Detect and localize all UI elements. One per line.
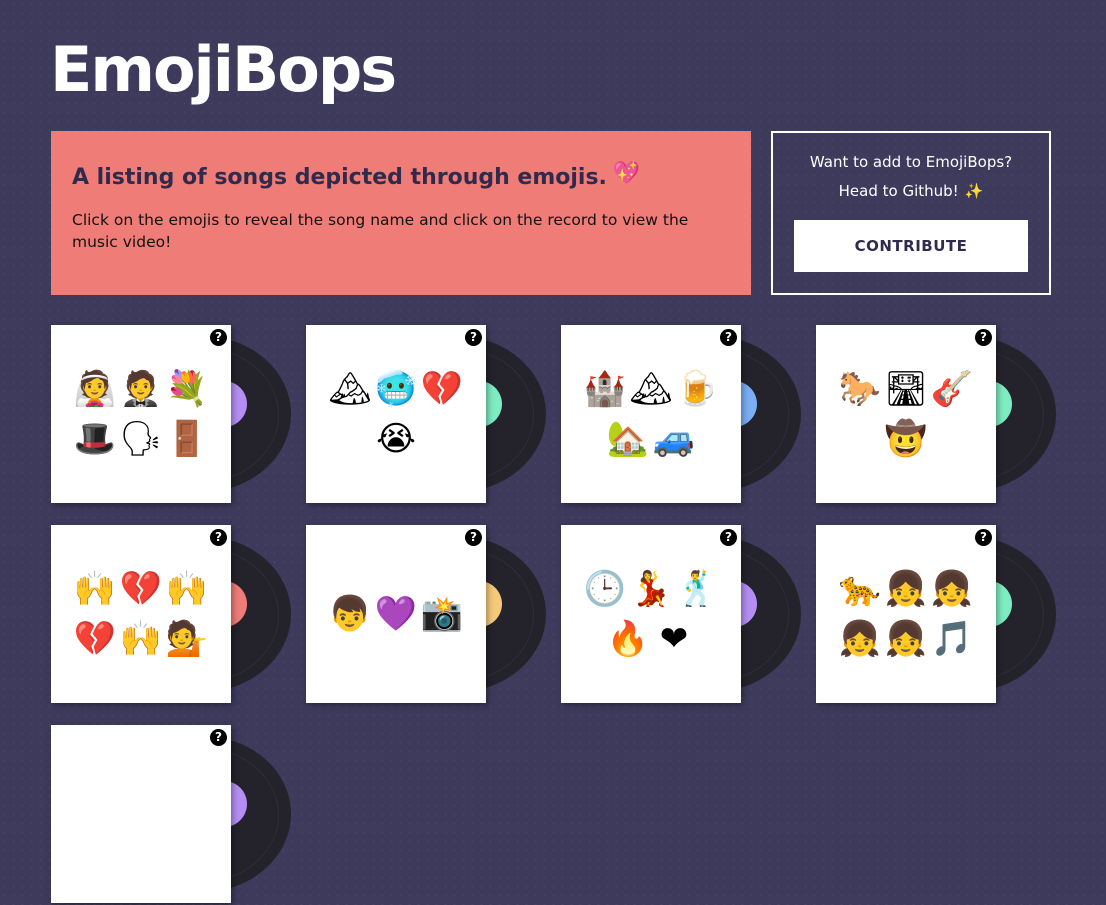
emoji: 🙌 <box>119 619 163 659</box>
emoji: 💔 <box>119 569 163 609</box>
emoji: 🚙 <box>652 419 696 459</box>
song-card: ? 🏔 🥶 💔 😭 <box>306 325 556 505</box>
emoji-sleeve[interactable]: ? 🐆 👧 👧 👧 👧 🎵 <box>816 525 996 703</box>
song-card: ? 🙌 💔 🙌 💔 🙌 💁 <box>51 525 301 705</box>
contribute-button[interactable]: CONTRIBUTE <box>794 220 1028 272</box>
emoji: 🏰 <box>583 369 627 409</box>
emoji: 👧 <box>838 619 882 659</box>
emoji: 💃 <box>629 569 673 609</box>
emoji: 👦 <box>328 594 372 634</box>
emoji: 🐎 <box>838 369 882 409</box>
contribute-subprompt-text: Head to Github! <box>838 182 959 200</box>
emoji: 😭 <box>376 419 416 459</box>
emoji: 💐 <box>165 369 209 409</box>
intro-heading: A listing of songs depicted through emoj… <box>72 161 730 193</box>
emoji-clue[interactable]: 🐎 🛣 🎸 🤠 <box>826 325 986 503</box>
emoji-clue[interactable]: 👰 🤵 💐 🎩 🗣 🚪 <box>61 325 221 503</box>
emoji-sleeve[interactable]: ? 👦 💜 📸 <box>306 525 486 703</box>
emoji-clue[interactable] <box>61 725 221 903</box>
emoji-clue[interactable]: 🏔 🥶 💔 😭 <box>316 325 476 503</box>
emoji-sleeve[interactable]: ? 🏰 🏔 🍺 🏡 🚙 <box>561 325 741 503</box>
song-card: ? <box>51 725 301 905</box>
emoji: 👰 <box>73 369 117 409</box>
intro-heading-text: A listing of songs depicted through emoj… <box>72 165 607 190</box>
song-card: ? 🐆 👧 👧 👧 👧 🎵 <box>816 525 1066 705</box>
song-card: ? 🕒 💃 🕺 🔥 ❤ <box>561 525 811 705</box>
emoji-clue[interactable]: 🕒 💃 🕺 🔥 ❤ <box>571 525 731 703</box>
emoji: 📸 <box>420 594 464 634</box>
emoji: 🔥 <box>606 619 650 659</box>
emoji: 👧 <box>884 619 928 659</box>
emoji: 🎵 <box>930 619 974 659</box>
song-card: ? 🏰 🏔 🍺 🏡 🚙 <box>561 325 811 505</box>
sparkles-icon: ✨ <box>964 182 984 200</box>
emoji-sleeve[interactable]: ? 🕒 💃 🕺 🔥 ❤ <box>561 525 741 703</box>
emoji: 🐆 <box>838 569 882 609</box>
emoji: 🍺 <box>675 369 719 409</box>
emoji: 🏔 <box>629 369 673 409</box>
intro-panel: A listing of songs depicted through emoj… <box>51 131 751 295</box>
emoji: 🛣 <box>884 369 928 409</box>
emoji-sleeve[interactable]: ? 👰 🤵 💐 🎩 🗣 🚪 <box>51 325 231 503</box>
contribute-subprompt: Head to Github! ✨ <box>773 179 1049 203</box>
emoji: 🤠 <box>884 419 928 459</box>
emoji: 🤵 <box>119 369 163 409</box>
emoji-sleeve[interactable]: ? <box>51 725 231 903</box>
emoji: 🥶 <box>374 369 418 409</box>
emoji: 🚪 <box>165 419 209 459</box>
emoji: 🙌 <box>73 569 117 609</box>
emoji-sleeve[interactable]: ? 🏔 🥶 💔 😭 <box>306 325 486 503</box>
emoji: 🕒 <box>583 569 627 609</box>
emoji: 💜 <box>374 594 418 634</box>
site-logo: EmojiBops <box>50 33 397 106</box>
contribute-panel: Want to add to EmojiBops? Head to Github… <box>771 131 1051 295</box>
song-card: ? 👰 🤵 💐 🎩 🗣 🚪 <box>51 325 301 505</box>
emoji: ❤ <box>659 619 689 659</box>
emoji: 👧 <box>930 569 974 609</box>
emoji-clue[interactable]: 🏰 🏔 🍺 🏡 🚙 <box>571 325 731 503</box>
intro-description: Click on the emojis to reveal the song n… <box>72 211 689 251</box>
emoji: 🏡 <box>606 419 650 459</box>
emoji-clue[interactable]: 👦 💜 📸 <box>316 525 476 703</box>
emoji: 🏔 <box>328 369 372 409</box>
emoji-clue[interactable]: 🙌 💔 🙌 💔 🙌 💁 <box>61 525 221 703</box>
emoji: 💔 <box>73 619 117 659</box>
song-card: ? 🐎 🛣 🎸 🤠 <box>816 325 1066 505</box>
emoji: 🗣 <box>119 419 163 459</box>
emoji: 🙌 <box>165 569 209 609</box>
emoji: 🎩 <box>73 419 117 459</box>
emoji: 💁 <box>165 619 209 659</box>
emoji: 🎸 <box>930 369 974 409</box>
song-card: ? 👦 💜 📸 <box>306 525 556 705</box>
emoji: 👧 <box>884 569 928 609</box>
emoji: 🕺 <box>675 569 719 609</box>
emoji-clue[interactable]: 🐆 👧 👧 👧 👧 🎵 <box>826 525 986 703</box>
emoji-sleeve[interactable]: ? 🐎 🛣 🎸 🤠 <box>816 325 996 503</box>
contribute-prompt: Want to add to EmojiBops? <box>809 153 1013 171</box>
emoji: 💔 <box>420 369 464 409</box>
emoji-sleeve[interactable]: ? 🙌 💔 🙌 💔 🙌 💁 <box>51 525 231 703</box>
sparkling-heart-icon: 💖 <box>612 161 641 186</box>
